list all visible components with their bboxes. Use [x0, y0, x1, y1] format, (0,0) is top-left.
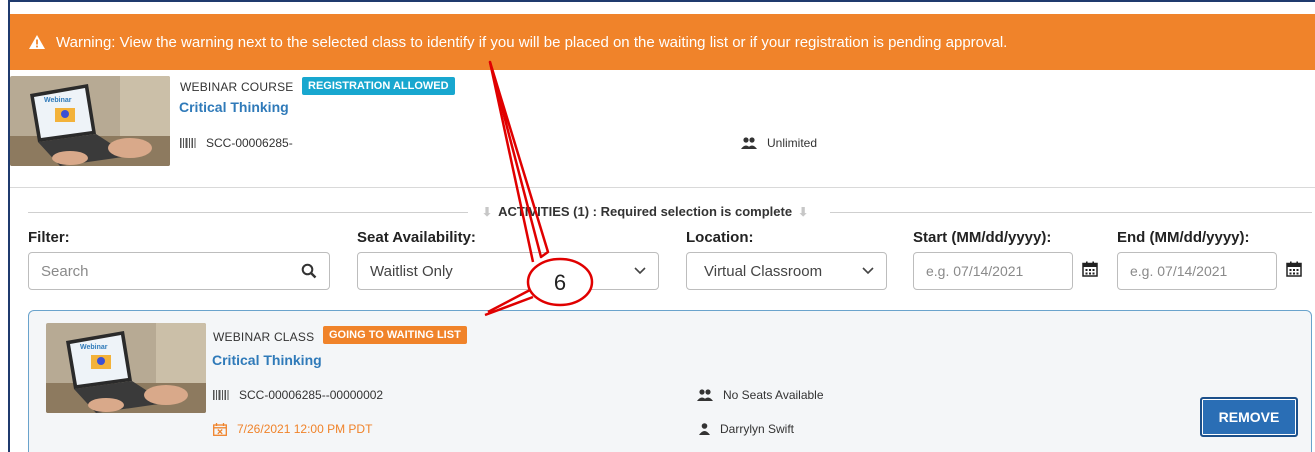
warning-icon: [29, 35, 45, 49]
location-label: Location:: [686, 229, 754, 246]
search-placeholder: Search: [41, 262, 89, 280]
waitlist-status-badge: GOING TO WAITING LIST: [323, 326, 467, 344]
end-date-label: End (MM/dd/yyyy):: [1117, 229, 1250, 246]
course-divider: [10, 187, 1315, 188]
barcode-icon: [180, 138, 196, 148]
course-seats: Unlimited: [741, 136, 817, 150]
calendar-icon[interactable]: [1082, 261, 1098, 277]
course-code-text: SCC-00006285-: [206, 136, 293, 150]
search-icon[interactable]: [301, 263, 317, 279]
arrow-down-icon: ⬇: [798, 204, 809, 219]
course-type-label: WEBINAR COURSE: [180, 80, 294, 94]
class-instructor: Darrylyn Swift: [699, 422, 794, 436]
start-date-label: Start (MM/dd/yyyy):: [913, 229, 1052, 246]
start-date-placeholder: e.g. 07/14/2021: [926, 263, 1024, 279]
class-type-label: WEBINAR CLASS: [213, 330, 315, 344]
start-date-input[interactable]: e.g. 07/14/2021: [913, 252, 1073, 290]
activities-divider-right: [830, 212, 1312, 213]
class-seats-text: No Seats Available: [723, 388, 824, 402]
course-thumbnail: Webinar: [10, 76, 170, 166]
barcode-icon: [213, 390, 229, 400]
activities-divider-left: [28, 212, 468, 213]
arrow-down-icon: ⬇: [482, 204, 493, 219]
course-title-link[interactable]: Critical Thinking: [179, 99, 289, 115]
course-thumb-caption: Webinar: [44, 97, 72, 104]
chevron-down-icon: [634, 267, 646, 275]
location-value: Virtual Classroom: [704, 262, 823, 280]
calendar-icon[interactable]: [1286, 261, 1302, 277]
end-date-input[interactable]: e.g. 07/14/2021: [1117, 252, 1277, 290]
users-icon: [741, 137, 757, 149]
class-seats: No Seats Available: [697, 388, 824, 402]
callout-number: 6: [553, 270, 567, 295]
course-seats-text: Unlimited: [767, 136, 818, 150]
end-date-placeholder: e.g. 07/14/2021: [1130, 263, 1228, 279]
warning-banner: Warning: View the warning next to the se…: [10, 14, 1315, 70]
class-title-link[interactable]: Critical Thinking: [212, 352, 322, 368]
location-select[interactable]: Virtual Classroom: [686, 252, 887, 290]
class-code-text: SCC-00006285--00000002: [239, 388, 384, 402]
seat-availability-select[interactable]: Waitlist Only: [357, 252, 659, 290]
search-input[interactable]: Search: [28, 252, 330, 290]
seat-availability-label: Seat Availability:: [357, 229, 476, 246]
seat-availability-value: Waitlist Only: [370, 262, 453, 280]
class-thumbnail: Webinar: [46, 323, 206, 413]
chevron-down-icon: [862, 267, 874, 275]
activities-header-text: ACTIVITIES (1) : Required selection is c…: [498, 204, 793, 219]
user-icon: [699, 423, 710, 435]
class-instructor-text: Darrylyn Swift: [720, 422, 795, 436]
class-date-text: 7/26/2021 12:00 PM PDT: [237, 422, 373, 436]
activities-header: ⬇ ACTIVITIES (1) : Required selection is…: [470, 204, 821, 219]
registration-status-badge: REGISTRATION ALLOWED: [302, 77, 455, 95]
class-code: SCC-00006285--00000002: [213, 388, 383, 402]
class-thumb-caption: Webinar: [80, 344, 108, 351]
users-icon: [697, 389, 713, 401]
remove-button[interactable]: REMOVE: [1200, 397, 1298, 437]
course-code: SCC-00006285-: [180, 136, 293, 150]
filter-label: Filter:: [28, 229, 70, 246]
class-date: 7/26/2021 12:00 PM PDT: [213, 422, 372, 436]
calendar-x-icon: [213, 422, 227, 436]
warning-text: Warning: View the warning next to the se…: [56, 33, 1008, 51]
